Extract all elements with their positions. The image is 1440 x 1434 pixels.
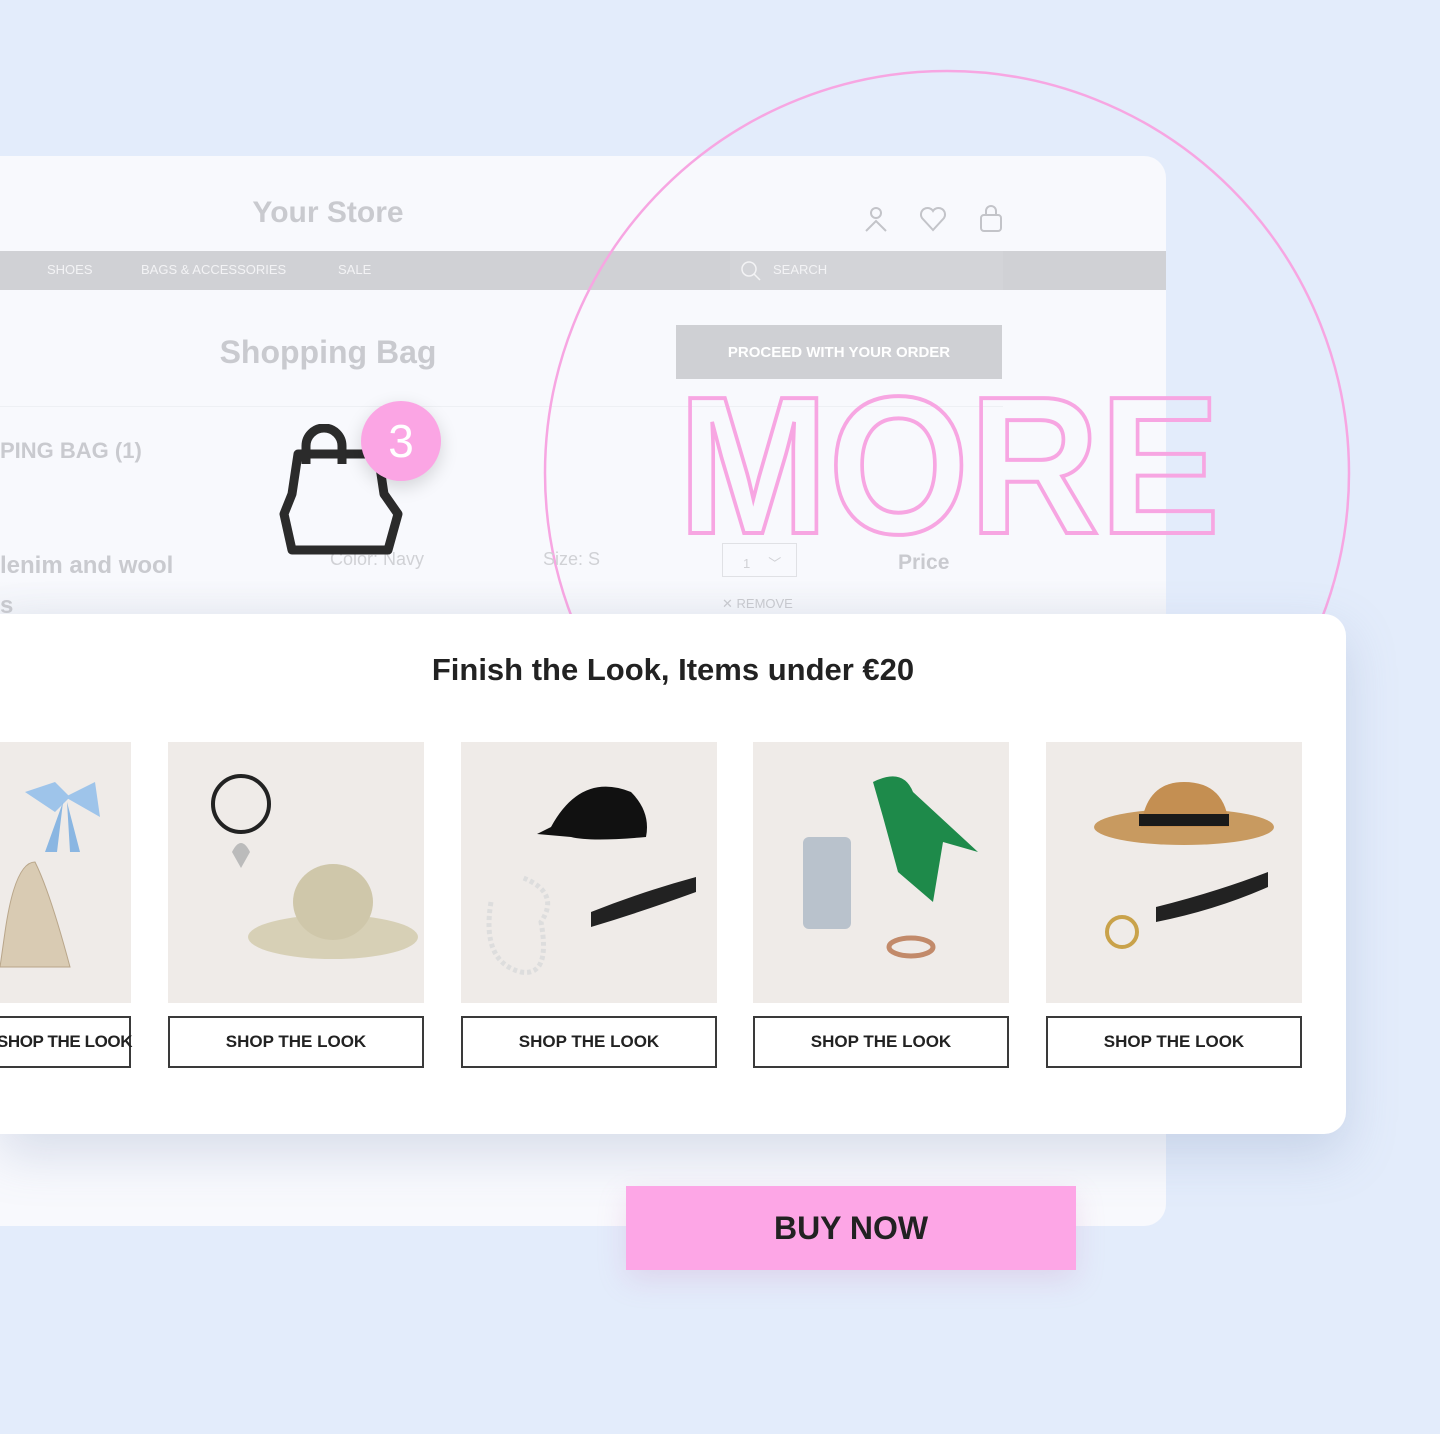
divider <box>0 406 1003 407</box>
nav-sale[interactable]: SALE <box>338 262 371 277</box>
product-tile[interactable] <box>461 742 717 1003</box>
item-size: Size: S <box>543 549 601 569</box>
search-input[interactable] <box>730 251 1003 290</box>
nav-bags-accessories[interactable]: BAGS & ACCESSORIES <box>141 262 286 277</box>
shop-the-look-button[interactable]: SHOP THE LOOK <box>168 1016 424 1068</box>
page-title: Shopping Bag <box>219 334 437 370</box>
search-placeholder: SEARCH <box>773 262 828 277</box>
product-tile[interactable] <box>168 742 424 1003</box>
bag-count: PING BAG (1) <box>0 438 142 463</box>
shop-the-look-button[interactable]: SHOP THE LOOK <box>0 1016 133 1068</box>
nav-shoes[interactable]: SHOES <box>47 262 93 277</box>
shop-the-look-button[interactable]: SHOP THE LOOK <box>1046 1016 1302 1068</box>
bag-icon[interactable] <box>977 204 1005 234</box>
product-tile[interactable] <box>0 742 131 1003</box>
quantity-select[interactable]: 1 ﹀ <box>722 543 797 577</box>
buy-now-button[interactable]: BUY NOW <box>626 1186 1076 1270</box>
product-tile[interactable] <box>753 742 1009 1003</box>
search-icon <box>741 261 761 281</box>
cart-count-badge: 3 <box>361 401 441 481</box>
price-label: Price <box>898 551 950 574</box>
chevron-down-icon: ﹀ <box>768 556 782 571</box>
user-icon[interactable] <box>862 204 890 234</box>
product-tile[interactable] <box>1046 742 1302 1003</box>
shop-the-look-button[interactable]: SHOP THE LOOK <box>461 1016 717 1068</box>
remove-label: REMOVE <box>736 596 793 611</box>
item-name: lenim and wool <box>0 552 174 579</box>
shop-the-look-button[interactable]: SHOP THE LOOK <box>753 1016 1009 1068</box>
proceed-button[interactable]: PROCEED WITH YOUR ORDER <box>676 325 1002 379</box>
close-icon: ✕ <box>722 596 737 611</box>
panel-title: Finish the Look, Items under €20 <box>431 652 915 687</box>
heart-icon[interactable] <box>919 204 947 234</box>
quantity-value: 1 <box>743 556 751 571</box>
remove-link[interactable]: ✕ REMOVE <box>722 596 793 612</box>
store-title: Your Store <box>252 196 404 229</box>
